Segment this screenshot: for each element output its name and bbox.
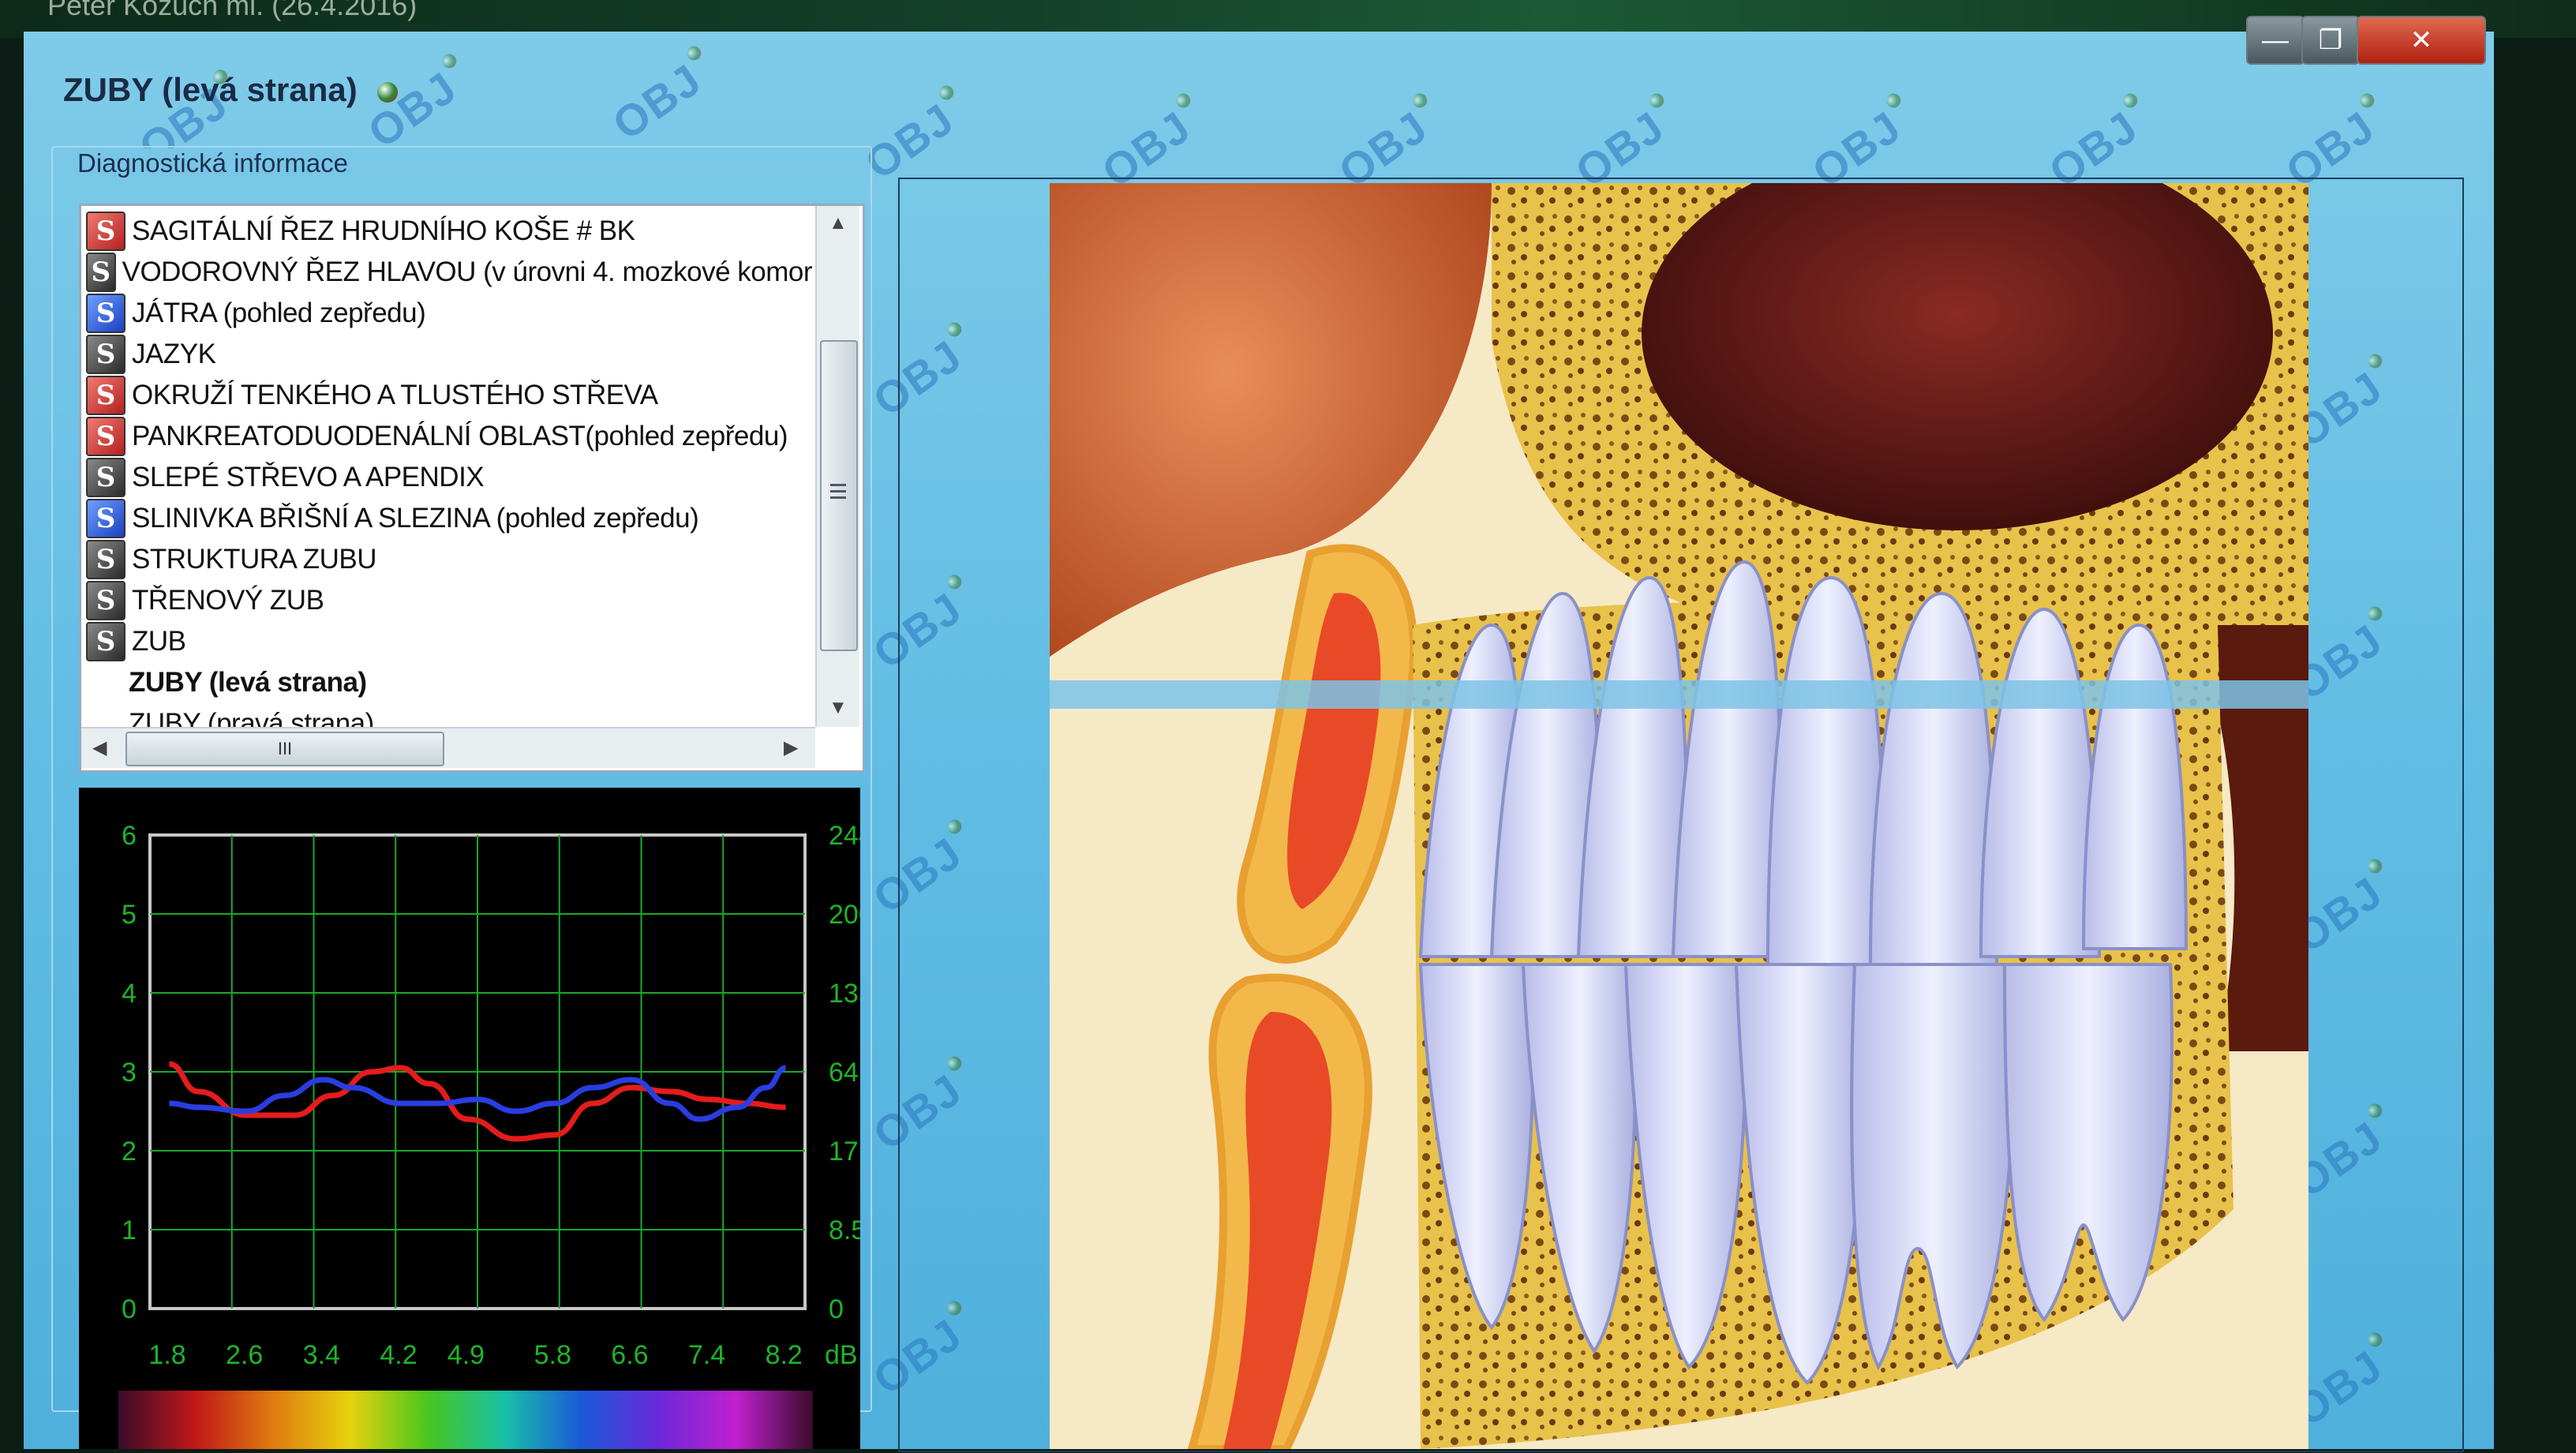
group-label: Diagnostická informace [73, 148, 353, 178]
diagnostic-list[interactable]: S SAGITÁLNÍ ŘEZ HRUDNÍHO KOŠE # BK S VODORO… [79, 204, 865, 773]
section-icon [86, 665, 129, 701]
x-tick-label: 2.6 [226, 1340, 263, 1370]
list-item-label: ZUBY (pravá strana) [129, 708, 374, 727]
section-icon: S [86, 335, 125, 374]
list-item-label: SAGITÁLNÍ ŘEZ HRUDNÍHO KOŠE # BK [132, 215, 635, 246]
scroll-down-icon[interactable]: ▼ [829, 697, 848, 719]
y-right-tick-label: 64 [829, 1058, 859, 1088]
watermark: OBJ [603, 43, 725, 150]
section-icon: S [86, 622, 125, 661]
horizontal-scroll-thumb[interactable]: III [125, 732, 444, 766]
section-icon: S [86, 458, 125, 497]
section-icon [86, 706, 129, 727]
section-icon: S [86, 376, 125, 415]
watermark: OBJ [856, 82, 978, 189]
list-item[interactable]: S SAGITÁLNÍ ŘEZ HRUDNÍHO KOŠE # BK [86, 211, 812, 252]
page-title: ZUBY (levá strana) [63, 71, 399, 109]
color-spectrum-bar [118, 1391, 813, 1449]
list-item[interactable]: S JAZYK [86, 334, 812, 375]
x-tick-label: 3.4 [303, 1340, 340, 1370]
y-left-tick-label: 4 [122, 979, 137, 1009]
spectrum-chart-panel: 0 0 1 8.5 2 17 3 64 4 135 5 200 6 244 1.8 2.6 3.4 4.2 4.9 5… [79, 788, 874, 1449]
list-item[interactable]: S OKRUŽÍ TENKÉHO A TLUSTÉHO STŘEVA [86, 375, 812, 416]
x-unit-label: dB [825, 1340, 858, 1370]
section-icon: S [86, 499, 125, 538]
y-left-tick-label: 0 [122, 1294, 137, 1324]
vertical-scrollbar[interactable]: ▲ ▼ [815, 206, 859, 727]
section-icon: S [86, 212, 125, 251]
list-item[interactable]: S PANKREATODUODENÁLNÍ OBLAST(pohled zepře… [86, 416, 812, 457]
list-item[interactable]: S JÁTRA (pohled zepředu) [86, 293, 812, 334]
x-tick-label: 8.2 [766, 1340, 803, 1370]
list-item-label: OKRUŽÍ TENKÉHO A TLUSTÉHO STŘEVA [132, 380, 658, 410]
horizontal-scrollbar[interactable]: ◀ III ▶ [81, 727, 815, 768]
y-left-tick-label: 2 [122, 1137, 137, 1167]
y-left-tick-label: 1 [122, 1215, 137, 1245]
scroll-left-icon[interactable]: ◀ [92, 736, 107, 759]
x-tick-label: 7.4 [688, 1340, 725, 1370]
list-item[interactable]: S SLEPÉ STŘEVO A APENDIX [86, 457, 812, 498]
list-item-label: ZUB [132, 626, 186, 657]
list-item[interactable]: S ZUB [86, 621, 812, 662]
minimize-button[interactable]: — [2246, 16, 2305, 65]
x-tick-label: 1.8 [148, 1340, 185, 1370]
y-right-tick-label: 244 [829, 821, 860, 851]
list-item[interactable]: S VODOROVNÝ ŘEZ HLAVOU (v úrovni 4. mozko… [86, 252, 813, 293]
list-item-label: STRUKTURA ZUBU [132, 544, 376, 575]
vertical-scroll-thumb[interactable] [820, 340, 858, 651]
y-left-tick-label: 6 [122, 821, 137, 851]
spectrum-chart: 0 0 1 8.5 2 17 3 64 4 135 5 200 6 244 1.8 2.6 3.4 4.2 4.9 5… [122, 821, 874, 1370]
list-item-label: JAZYK [132, 339, 216, 369]
list-item-label: PANKREATODUODENÁLNÍ OBLAST(pohled zepřed… [132, 421, 788, 451]
x-tick-label: 4.2 [380, 1340, 417, 1370]
list-item[interactable]: S SLINIVKA BŘIŠNÍ A SLEZINA (pohled zepře… [86, 498, 812, 539]
x-tick-label: 6.6 [611, 1340, 648, 1370]
maximize-button[interactable]: ❐ [2301, 16, 2360, 65]
x-tick-label: 4.9 [447, 1340, 485, 1370]
apple-logo-icon [377, 81, 399, 103]
scroll-right-icon[interactable]: ▶ [784, 736, 798, 759]
list-items: S SAGITÁLNÍ ŘEZ HRUDNÍHO KOŠE # BK S VODORO… [81, 206, 814, 727]
scroll-up-icon[interactable]: ▲ [829, 212, 848, 234]
close-button[interactable]: ✕ [2357, 16, 2486, 65]
section-icon: S [86, 417, 125, 456]
section-icon: S [86, 581, 125, 620]
list-item[interactable]: S TŘENOVÝ ZUB [86, 580, 812, 621]
list-item-label: SLEPÉ STŘEVO A APENDIX [132, 462, 485, 492]
section-icon: S [86, 253, 116, 292]
y-right-tick-label: 0 [829, 1294, 844, 1324]
y-right-tick-label: 200 [829, 900, 860, 930]
list-item[interactable]: ZUBY (levá strana) [86, 662, 812, 703]
y-right-tick-label: 8.5 [829, 1215, 860, 1245]
list-item-label: SLINIVKA BŘIŠNÍ A SLEZINA (pohled zepřed… [132, 503, 699, 534]
y-left-tick-label: 5 [122, 900, 137, 930]
section-icon: S [86, 540, 125, 579]
y-left-tick-label: 3 [122, 1058, 137, 1088]
list-item-label: VODOROVNÝ ŘEZ HLAVOU (v úrovni 4. mozkov… [122, 257, 813, 287]
y-right-tick-label: 135 [829, 979, 860, 1009]
section-icon: S [86, 294, 125, 333]
y-right-tick-label: 17 [829, 1137, 859, 1167]
list-item[interactable]: S STRUKTURA ZUBU [86, 539, 812, 580]
list-item-label: TŘENOVÝ ZUB [132, 585, 324, 616]
window-title: Peter Kozuch ml. (26.4.2016) [47, 0, 417, 21]
list-item-label: JÁTRA (pohled zepředu) [132, 298, 426, 328]
x-tick-label: 5.8 [534, 1340, 571, 1370]
list-item[interactable]: ZUBY (pravá strana) [86, 703, 812, 727]
list-item-label: ZUBY (levá strana) [129, 667, 367, 698]
teeth-anatomy-image [1050, 183, 2308, 1449]
